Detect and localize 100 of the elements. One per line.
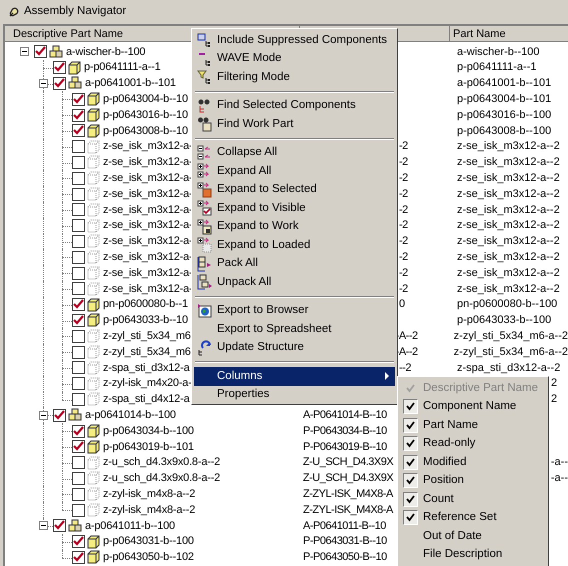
tree-item[interactable]: a-wischer-b--100 <box>66 44 146 60</box>
menu-item[interactable]: Expand to Loaded <box>194 236 395 254</box>
checkbox[interactable] <box>72 330 85 343</box>
tree-item[interactable]: a-p0641014-b--100 <box>85 406 176 424</box>
collapse-icon[interactable] <box>20 47 29 56</box>
tree-item[interactable]: z-spa_sti_d4x12-a <box>103 391 190 408</box>
checkbox[interactable] <box>72 219 85 232</box>
menu-item[interactable]: Unpack All <box>194 273 395 292</box>
checkbox[interactable] <box>72 424 85 438</box>
tree-item[interactable]: z-se_isk_m3x12-a- <box>103 138 193 155</box>
tree-item[interactable]: z-zyl_sti_5x34_m6 <box>103 344 191 360</box>
menu-item[interactable]: WAVE Mode <box>194 50 395 68</box>
menu-item[interactable]: Columns <box>194 367 395 386</box>
checkbox[interactable] <box>72 488 85 501</box>
tree-item[interactable]: z-se_isk_m3x12-a- <box>103 233 193 250</box>
tree-item[interactable]: z-se_isk_m3x12-a- <box>103 249 193 266</box>
checkbox[interactable] <box>72 298 85 312</box>
checkbox[interactable] <box>72 535 85 548</box>
checkbox[interactable] <box>53 61 66 74</box>
checkbox[interactable] <box>72 188 85 201</box>
menu-item[interactable]: Reference Set <box>400 508 546 527</box>
tree-item[interactable]: pn-p0600080-b--1 <box>103 296 188 313</box>
tree-item[interactable]: p-p0643031-b--100 <box>103 533 194 550</box>
checkbox[interactable] <box>72 361 85 374</box>
tree-item[interactable]: z-zyl-isk_m4x20-a- <box>103 375 192 392</box>
tree-item[interactable]: p-p0643019-b--101 <box>103 438 194 456</box>
checkbox[interactable] <box>72 377 85 390</box>
menu-item[interactable]: Pack All <box>194 254 395 273</box>
menu-item[interactable]: Out of Date <box>400 527 546 546</box>
collapse-icon[interactable] <box>39 78 48 88</box>
checkbox[interactable] <box>72 504 85 516</box>
menu-item[interactable]: Find Selected Components <box>194 96 395 115</box>
checkbox[interactable] <box>72 440 85 454</box>
table-cell: Z-ZYL-ISK_M4X8-A <box>303 504 393 516</box>
checkbox[interactable] <box>72 472 85 485</box>
tree-item[interactable]: z-se_isk_m3x12-a- <box>103 186 193 202</box>
menu-item[interactable]: Component Name <box>400 398 546 416</box>
checkbox[interactable] <box>72 314 85 327</box>
checkbox[interactable] <box>72 156 85 169</box>
tree-item[interactable]: z-zyl_sti_5x34_m6 <box>103 328 191 344</box>
checkbox[interactable] <box>53 76 66 90</box>
checkbox[interactable] <box>72 456 85 470</box>
tree-item[interactable]: z-spa_sti_d3x12-a <box>103 360 190 376</box>
menu-item[interactable]: Expand to Work <box>194 218 395 236</box>
menu-item[interactable]: Part Name <box>400 416 546 434</box>
tree-item[interactable]: a-p0641001-b--101 <box>85 75 176 92</box>
menu-item[interactable]: Collapse All <box>194 144 395 162</box>
checkbox[interactable] <box>72 140 85 154</box>
menu-item[interactable]: Read-only <box>400 434 546 453</box>
tree-item[interactable]: p-p0643004-b--10 <box>103 91 188 108</box>
menu-item[interactable]: Properties <box>194 386 395 404</box>
menu-item[interactable]: Expand to Visible <box>194 199 395 218</box>
tree-item[interactable]: a-p0641011-b--100 <box>85 518 175 534</box>
tree-item[interactable]: z-se_isk_m3x12-a- <box>103 264 193 282</box>
tree-item[interactable]: z-zyl-isk_m4x8-a--2 <box>103 502 196 518</box>
checkbox[interactable] <box>72 266 85 280</box>
checkbox[interactable] <box>72 203 85 216</box>
menu-item[interactable]: Update Structure <box>194 338 395 357</box>
checkbox[interactable] <box>72 92 85 106</box>
tree-item[interactable]: p-p0643050-b--102 <box>103 549 194 566</box>
menu-item[interactable]: File Description <box>400 546 546 564</box>
tree-item[interactable]: z-u_sch_d4.3x9x0.8-a--2 <box>103 470 220 487</box>
tree-item[interactable]: z-se_isk_m3x12-a- <box>103 280 193 298</box>
menu-item[interactable]: Count <box>400 490 546 508</box>
column-header[interactable]: Part Name <box>450 26 568 41</box>
checkbox[interactable] <box>34 45 47 58</box>
collapse-icon[interactable] <box>39 521 48 530</box>
checkbox[interactable] <box>72 250 85 264</box>
checkbox[interactable] <box>72 234 85 248</box>
checkbox[interactable] <box>72 172 85 185</box>
menu-item[interactable]: Find Work Part <box>194 115 395 134</box>
tree-item[interactable]: p-p0643033-b--10 <box>103 312 188 329</box>
menu-item[interactable]: Filtering Mode <box>194 68 395 86</box>
checkbox[interactable] <box>72 124 85 138</box>
tree-item[interactable]: z-se_isk_m3x12-a- <box>103 202 193 218</box>
checkbox[interactable] <box>53 408 66 422</box>
menu-item[interactable]: Position <box>400 472 546 490</box>
tree-item[interactable]: z-se_isk_m3x12-a- <box>103 170 193 187</box>
dotted-cube-icon <box>87 140 100 154</box>
collapse-icon[interactable] <box>39 410 48 420</box>
tree-item[interactable]: p-p0641111-a--1 <box>84 59 160 76</box>
menu-item[interactable]: Modified <box>400 453 546 472</box>
menu-item[interactable]: Expand to Selected <box>194 180 395 199</box>
table-cell: -2 <box>399 266 408 279</box>
tree-item[interactable]: z-zyl-isk_m4x8-a--2 <box>103 486 196 502</box>
tree-item[interactable]: z-se_isk_m3x12-a- <box>103 154 193 171</box>
menu-item[interactable]: Expand All <box>194 162 395 180</box>
tree-item[interactable]: p-p0643008-b--10 <box>103 122 188 140</box>
tree-item[interactable]: p-p0643016-b--10 <box>103 106 188 124</box>
checkbox[interactable] <box>72 108 85 122</box>
tree-item[interactable]: z-u_sch_d4.3x9x0.8-a--2 <box>103 454 220 471</box>
menu-item[interactable]: Export to Spreadsheet <box>194 320 395 338</box>
menu-item[interactable]: Export to Browser <box>194 302 395 320</box>
checkbox[interactable] <box>72 346 85 359</box>
checkbox[interactable] <box>72 392 85 406</box>
checkbox[interactable] <box>72 282 85 296</box>
tree-item[interactable]: p-p0643034-b--100 <box>103 422 194 440</box>
tree-item[interactable]: z-se_isk_m3x12-a- <box>103 217 193 234</box>
checkbox[interactable] <box>72 550 85 564</box>
checkbox[interactable] <box>53 519 66 532</box>
